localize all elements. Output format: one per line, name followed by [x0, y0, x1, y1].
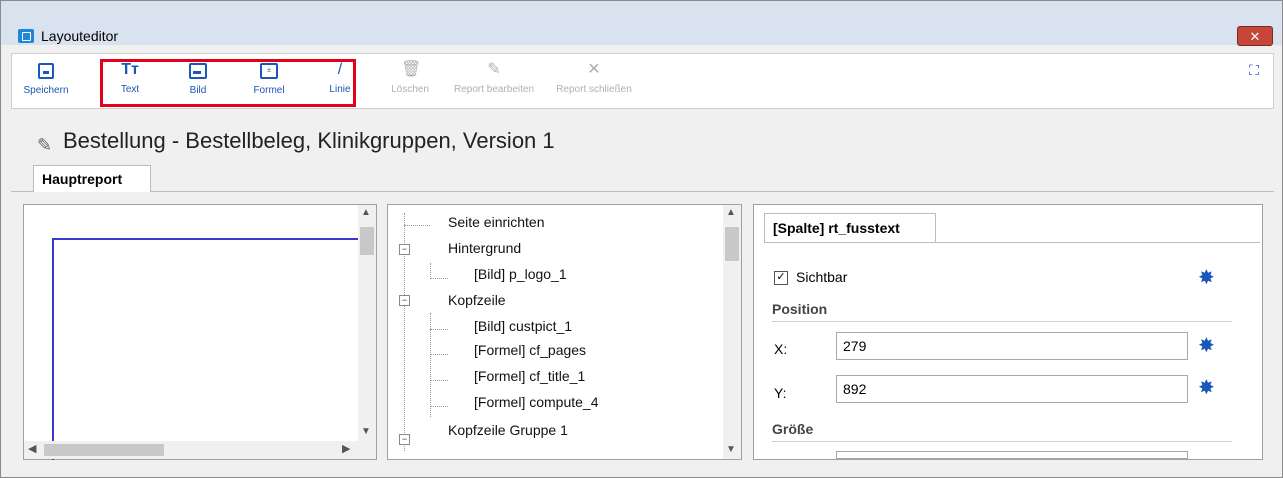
close-icon: ✕ [587, 61, 601, 78]
delete-icon: 🗑 [401, 61, 422, 78]
x-input[interactable]: 279 [836, 332, 1188, 360]
tree-item[interactable]: [Formel] cf_title_1 [474, 365, 585, 387]
tree-item[interactable]: [Formel] compute_4 [474, 391, 599, 413]
text-button[interactable]: Tт Text [108, 60, 152, 106]
line-button[interactable]: / Linie [318, 60, 362, 106]
tree-scroll-up-icon[interactable]: ▲ [726, 207, 736, 218]
line-icon: / [337, 61, 343, 78]
image-icon [189, 63, 207, 79]
tree-vertical-scrollbar[interactable]: ▲ ▼ [723, 205, 741, 459]
preview-panel[interactable]: ▲ ▼ ◀ ▶ [23, 204, 377, 460]
vertical-scrollbar[interactable]: ▲ ▼ [358, 205, 376, 459]
layout-editor-window: Layouteditor ✕ Speichern Tт Text Bild ± … [0, 0, 1283, 478]
tab-bar: Hauptreport [11, 159, 1274, 192]
app-icon [18, 29, 34, 43]
horizontal-scrollbar[interactable]: ◀ ▶ [24, 441, 360, 459]
sichtbar-label: Sichtbar [796, 269, 848, 285]
close-window-button[interactable]: ✕ [1237, 26, 1273, 46]
close-report-label: Report schließen [556, 84, 632, 95]
delete-label: Löschen [391, 84, 429, 95]
fullscreen-button[interactable]: ⛶ [1244, 60, 1264, 106]
tab-spalte-rt-fusstext[interactable]: [Spalte] rt_fusstext [764, 213, 936, 243]
hscroll-thumb[interactable] [44, 444, 164, 456]
tree-scroll-thumb[interactable] [725, 227, 739, 261]
line-label: Linie [329, 84, 351, 95]
text-icon: Tт [121, 61, 139, 78]
tree-scroll-down-icon[interactable]: ▼ [726, 444, 736, 455]
tree-item[interactable]: [Bild] custpict_1 [474, 315, 572, 337]
toolbar: Speichern Tт Text Bild ± Formel / Linie … [11, 53, 1274, 109]
save-label: Speichern [23, 85, 69, 96]
title-bar: Layouteditor ✕ [1, 1, 1282, 46]
position-heading: Position [772, 301, 828, 317]
page-outline [52, 238, 360, 460]
scroll-up-icon[interactable]: ▲ [361, 207, 371, 218]
magic-wand-icon[interactable]: ✸ [1198, 333, 1215, 358]
window-title: Layouteditor [41, 28, 119, 44]
pencil-icon: ✎ [37, 135, 53, 155]
tree-item[interactable]: [Bild] p_logo_1 [474, 263, 567, 285]
scroll-right-icon[interactable]: ▶ [342, 442, 350, 455]
width-input[interactable] [836, 451, 1188, 459]
text-label: Text [120, 84, 140, 95]
tab-hauptreport[interactable]: Hauptreport [33, 165, 151, 192]
y-label: Y: [774, 385, 787, 401]
close-report-button[interactable]: ✕ Report schließen [544, 60, 644, 106]
image-label: Bild [189, 85, 207, 96]
magic-wand-icon[interactable]: ✸ [1198, 375, 1215, 400]
report-tree[interactable]: − − − Seite einrichten Hintergrund [Bild… [387, 204, 742, 460]
tree-item[interactable]: [Formel] cf_pages [474, 339, 586, 361]
scroll-thumb[interactable] [360, 227, 374, 255]
delete-button[interactable]: 🗑 Löschen [384, 60, 436, 106]
save-button[interactable]: Speichern [18, 60, 74, 106]
edit-icon: ✎ [487, 61, 501, 78]
fullscreen-icon: ⛶ [1249, 62, 1259, 78]
collapse-kopfzeile-icon[interactable]: − [399, 295, 410, 306]
magic-wand-icon[interactable]: ✸ [1198, 265, 1215, 290]
y-input[interactable]: 892 [836, 375, 1188, 403]
formula-button[interactable]: ± Formel [244, 60, 294, 106]
scroll-down-icon[interactable]: ▼ [361, 426, 371, 437]
collapse-kopfzeile-gruppe-icon[interactable]: − [399, 434, 410, 445]
tree-item[interactable]: Kopfzeile Gruppe 1 [448, 419, 568, 441]
image-button[interactable]: Bild [176, 60, 220, 106]
tree-item[interactable]: Kopfzeile [448, 289, 506, 311]
save-icon [38, 63, 54, 79]
sichtbar-checkbox[interactable]: ✓ [774, 271, 788, 285]
tree-item[interactable]: Hintergrund [448, 237, 521, 259]
formula-label: Formel [253, 85, 285, 96]
properties-panel: [Spalte] rt_fusstext ✓ Sichtbar ✸ Positi… [753, 204, 1263, 460]
page-title: Bestellung - Bestellbeleg, Klinikgruppen… [63, 128, 555, 153]
collapse-hintergrund-icon[interactable]: − [399, 244, 410, 255]
edit-report-button[interactable]: ✎ Report bearbeiten [440, 60, 548, 106]
edit-report-label: Report bearbeiten [453, 84, 535, 95]
x-label: X: [774, 341, 788, 357]
formula-icon: ± [260, 63, 278, 79]
tree-item[interactable]: Seite einrichten [448, 211, 545, 233]
scroll-left-icon[interactable]: ◀ [28, 442, 36, 455]
size-heading: Größe [772, 421, 814, 437]
